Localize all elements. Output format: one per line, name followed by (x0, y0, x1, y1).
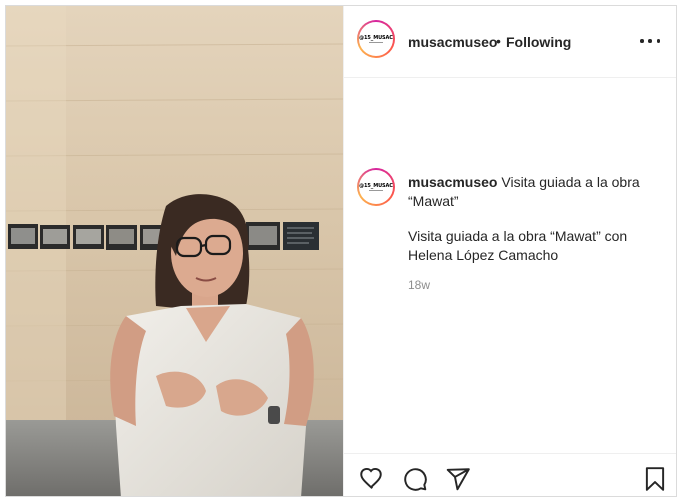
caption-text: musacmuseo Visita guiada a la obra “Mawa… (408, 173, 658, 211)
comment-icon[interactable] (402, 466, 428, 492)
video-frame (6, 6, 343, 496)
action-bar (344, 453, 676, 496)
post-video[interactable] (6, 6, 343, 496)
send-icon[interactable] (445, 466, 471, 492)
instagram-post: @15_MUSAC musacmuseo • Following @15_MUS… (5, 5, 677, 497)
avatar-logo-text: @15_MUSAC (359, 183, 393, 189)
avatar-logo-line (369, 190, 383, 191)
more-dot (656, 39, 660, 43)
following-button[interactable]: Following (506, 34, 571, 50)
username[interactable]: musacmuseo (408, 34, 497, 50)
avatar-logo-line (369, 42, 383, 43)
post-sidebar: @15_MUSAC musacmuseo • Following @15_MUS… (343, 6, 676, 496)
more-dot (648, 39, 652, 43)
avatar-logo-text: @15_MUSAC (359, 35, 393, 41)
heart-icon[interactable] (358, 466, 384, 492)
caption-username[interactable]: musacmuseo (408, 174, 497, 190)
more-options-icon[interactable] (640, 32, 660, 50)
separator-dot: • (496, 33, 501, 49)
avatar-image: @15_MUSAC (359, 170, 393, 204)
caption-description: Visita guiada a la obra “Mawat” con Hele… (408, 228, 628, 263)
avatar[interactable]: @15_MUSAC (357, 20, 395, 58)
post-timestamp[interactable]: 18w (408, 278, 430, 292)
bookmark-icon[interactable] (642, 466, 668, 492)
avatar-image: @15_MUSAC (359, 22, 393, 56)
caption-avatar[interactable]: @15_MUSAC (357, 168, 395, 206)
more-dot (640, 39, 644, 43)
post-header: @15_MUSAC musacmuseo • Following (344, 6, 676, 78)
